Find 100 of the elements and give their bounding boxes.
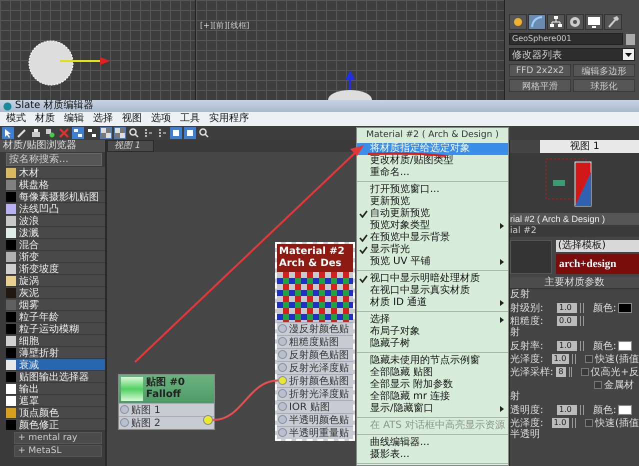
view-tab[interactable]: 视图 1 — [107, 140, 154, 152]
map-list-item[interactable]: 粒子运动模糊 — [6, 323, 105, 335]
panel-tab[interactable] — [547, 14, 565, 30]
map-list-item[interactable]: 法线凹凸 — [6, 203, 105, 215]
menu-item[interactable]: 实用程序 — [209, 112, 249, 126]
menu-item[interactable]: 曲线编辑器... — [357, 437, 508, 449]
menu-item[interactable]: 视口中显示明暗处理材质 — [357, 273, 508, 285]
map-list-item[interactable]: 灰泥 — [6, 287, 105, 299]
object-color-swatch[interactable] — [626, 34, 635, 44]
menu-item[interactable]: 更新预览 — [357, 196, 508, 208]
slot-socket[interactable] — [278, 376, 287, 385]
modifier-list-dropdown[interactable]: 修改器列表 — [509, 48, 635, 61]
material-name-field[interactable]: ial #2 — [510, 225, 639, 237]
map-list-item[interactable]: 木材 — [6, 167, 105, 179]
panel-tab[interactable] — [566, 14, 584, 30]
view-dropdown[interactable]: 视图 1 — [540, 140, 639, 153]
modifier-button[interactable]: 网格平滑 — [509, 79, 571, 92]
toolbar-button[interactable] — [142, 127, 154, 139]
panel-tab[interactable] — [528, 14, 546, 30]
color-swatch[interactable] — [618, 404, 632, 414]
menu-item[interactable]: 材质 ID 通道 — [357, 297, 508, 309]
map-list-item[interactable]: 薄壁折射 — [6, 347, 105, 359]
menu-item[interactable]: 选择 — [93, 112, 113, 126]
input-slot[interactable]: 贴图 1 — [119, 403, 214, 416]
slot-socket[interactable] — [278, 363, 287, 372]
menu-item[interactable]: 选项 — [151, 112, 171, 126]
modifier-button[interactable]: 编辑多边形 — [573, 64, 635, 77]
menu-item[interactable]: 选择 — [357, 314, 508, 326]
template-dropdown[interactable]: (选择模板) — [556, 240, 639, 252]
menu-item[interactable]: 编辑 — [64, 112, 84, 126]
map-list-item[interactable]: 细胞 — [6, 335, 105, 347]
modifier-button[interactable]: 球形化 — [573, 79, 635, 92]
map-list-item[interactable]: 遮罩 — [6, 395, 105, 407]
param-value-field[interactable]: 8 — [556, 366, 566, 376]
map-list-item[interactable]: 棋盘格 — [6, 179, 105, 191]
menu-item[interactable]: 显示/隐藏窗口 — [357, 403, 508, 415]
menu-item[interactable]: 视图 — [122, 112, 142, 126]
toolbar-button[interactable] — [156, 127, 168, 139]
map-list-item[interactable]: 渐变坡度 — [6, 263, 105, 275]
map-list-item[interactable]: 泼溅 — [6, 227, 105, 239]
menu-item[interactable]: 材质 — [35, 112, 55, 126]
object-name-field[interactable]: GeoSphere001 — [509, 33, 623, 45]
map-list-item[interactable]: 贴图输出选择器 — [6, 371, 105, 383]
panel-tab[interactable] — [509, 14, 527, 30]
panel-tab[interactable] — [585, 14, 603, 30]
checkbox[interactable] — [580, 368, 589, 376]
map-list-item[interactable]: 输出 — [6, 383, 105, 395]
param-value-field[interactable]: 1.0 — [552, 354, 570, 364]
param-value-field[interactable]: 1.0 — [557, 340, 577, 350]
slot-socket[interactable] — [278, 428, 287, 437]
param-value-field[interactable]: 0.0 — [557, 316, 577, 326]
input-slot[interactable]: 粗糙度贴图 — [277, 335, 353, 348]
slot-socket[interactable] — [278, 415, 287, 424]
map-list-item[interactable]: 混合 — [6, 239, 105, 251]
color-swatch[interactable] — [618, 302, 632, 312]
toolbar-button[interactable] — [16, 127, 28, 139]
slot-socket[interactable] — [278, 324, 287, 333]
param-value-field[interactable]: 1.0 — [557, 404, 577, 414]
map-list-item[interactable]: 粒子年龄 — [6, 311, 105, 323]
menu-item[interactable]: 全部显示 附加参数 — [357, 379, 508, 391]
menu-item[interactable]: 预览 UV 平铺 — [357, 256, 508, 268]
toolbar-button[interactable] — [44, 127, 56, 139]
map-list-item[interactable]: 波浪 — [6, 215, 105, 227]
rollout-title[interactable]: 主要材质参数 — [510, 277, 639, 289]
input-slot[interactable]: 反射颜色贴图 — [277, 348, 353, 361]
param-value-field[interactable]: 1.0 — [552, 418, 570, 428]
color-swatch[interactable] — [618, 340, 632, 350]
menu-item[interactable]: 模式 — [6, 112, 26, 126]
slot-socket[interactable] — [278, 402, 287, 411]
checkbox[interactable] — [585, 418, 594, 426]
toolbar-button[interactable] — [30, 127, 42, 139]
map-list-item[interactable]: 烟雾 — [6, 299, 105, 311]
menu-item[interactable]: 隐藏未使用的节点示例窗 — [357, 355, 508, 367]
menu-item[interactable]: 在预览中显示背景 — [357, 232, 508, 244]
panel-tab[interactable] — [604, 14, 622, 30]
toolbar-button[interactable] — [86, 127, 98, 139]
slot-socket[interactable] — [278, 389, 287, 398]
modifier-button[interactable]: FFD 2x2x2 — [509, 64, 571, 77]
menu-item[interactable]: 全部隐藏 mr 连接 — [357, 391, 508, 403]
input-slot[interactable]: 半透明颜色贴 — [277, 413, 353, 426]
checkbox[interactable] — [585, 354, 594, 362]
map-list-item[interactable]: 颜色修正 — [6, 419, 105, 431]
material-node[interactable]: Material #2 Arch & Des 漫反射颜色贴 粗糙度贴图 反射颜色贴图 反射光泽度贴 折射颜色贴图 折射光泽度贴 IOR 贴图 半透明颜色贴 半透明重量贴 — [275, 242, 355, 441]
toolbar-button[interactable] — [128, 127, 140, 139]
map-list-item[interactable]: 旋涡 — [6, 275, 105, 287]
map-node[interactable]: 贴图 #0 Falloff 贴图 1 贴图 2 — [118, 374, 215, 430]
menu-item[interactable]: 在视口中显示真实材质 — [357, 285, 508, 297]
menu-item[interactable]: 工具 — [180, 112, 200, 126]
input-slot[interactable]: 反射光泽度贴 — [277, 361, 353, 374]
menu-item[interactable]: 显示背光 — [357, 244, 508, 256]
slot-socket[interactable] — [120, 418, 129, 427]
output-socket[interactable] — [203, 415, 213, 425]
menu-item[interactable]: 摄影表... — [357, 449, 508, 461]
input-slot[interactable]: 折射颜色贴图 — [277, 374, 353, 387]
input-slot[interactable]: 半透明重量贴 — [277, 426, 353, 439]
map-list-item[interactable]: 顶点颜色 — [6, 407, 105, 419]
menu-item[interactable]: 隐藏子树 — [357, 338, 508, 350]
menu-item[interactable]: 布局子对象 — [357, 326, 508, 338]
menu-item[interactable]: 预览对象类型 — [357, 220, 508, 232]
group-header[interactable]: + mental ray — [14, 432, 102, 444]
